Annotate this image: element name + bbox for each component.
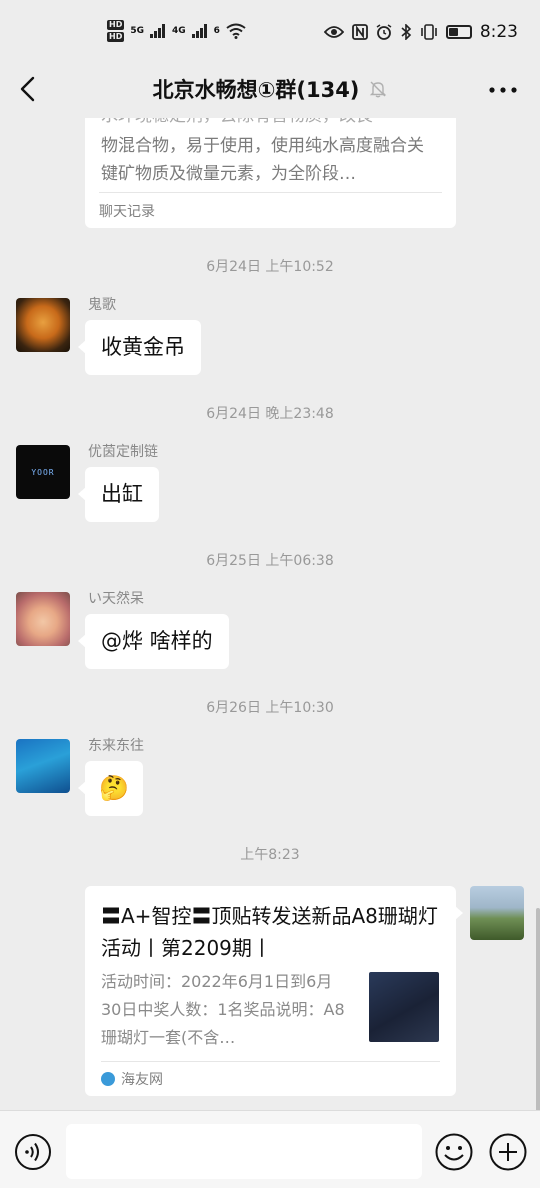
shared-link-thumbnail (369, 972, 439, 1042)
emoji-icon[interactable] (434, 1132, 474, 1172)
more-options-icon[interactable] (488, 86, 518, 94)
bluetooth-icon (401, 24, 411, 40)
signal-5g-label: 5G (130, 26, 144, 36)
sender-name: 优茵定制链 (88, 444, 158, 460)
add-more-icon[interactable] (488, 1132, 528, 1172)
chat-record-card[interactable]: 水环境稳定剂，去除有害物质，改良 物混合物，易于使用，使用纯水高度融合关键矿物质… (85, 118, 456, 228)
message-bubble[interactable]: @烨 啥样的 (78, 614, 229, 669)
shared-link-source: 海友网 (101, 1069, 163, 1089)
emoji-bubble[interactable]: 🤔 (78, 761, 143, 816)
wifi-icon (226, 23, 246, 39)
vibrate-icon (421, 24, 437, 40)
tiger-avatar[interactable] (16, 298, 70, 352)
clock: 8:23 (479, 22, 518, 42)
chat-header: 北京水畅想①群(134) (0, 60, 540, 118)
timestamp: 6月25日 上午06:38 (206, 553, 334, 569)
hd-top-label: HD (107, 20, 125, 30)
baby-avatar[interactable] (16, 592, 70, 646)
hd-indicator: HD HD (107, 20, 125, 42)
voice-input-icon[interactable] (14, 1133, 52, 1171)
nfc-icon (351, 24, 368, 40)
message-row: YOOR 优茵定制链 出缸 (16, 444, 466, 535)
sender-name: い天然呆 (88, 591, 144, 607)
signal-bars-icon (150, 24, 165, 38)
source-logo-icon (101, 1072, 115, 1086)
message-row: 东来东往 🤔 (16, 738, 466, 829)
timestamp: 6月24日 上午10:52 (206, 259, 334, 275)
chat-title-wrap: 北京水畅想①群(134) (0, 74, 540, 104)
chat-record-description: 物混合物，易于使用，使用纯水高度融合关键矿物质及微量元素，为全阶段… (101, 136, 424, 184)
timestamp: 6月26日 上午10:30 (206, 700, 334, 716)
alarm-icon (376, 24, 392, 40)
chat-record-source: 聊天记录 (99, 204, 155, 220)
yoor-avatar[interactable]: YOOR (16, 445, 70, 499)
chat-history[interactable]: 水环境稳定剂，去除有害物质，改良 物混合物，易于使用，使用纯水高度融合关键矿物质… (0, 118, 540, 1110)
scrollbar[interactable] (536, 908, 540, 1110)
shared-link-card[interactable]: 〓A+智控〓顶贴转发送新品A8珊瑚灯活动丨第2209期丨 活动时间：2022年6… (85, 886, 463, 1096)
eye-icon (323, 26, 344, 38)
signal-4g-label: 4G (172, 26, 186, 36)
system-indicators: 8:23 (323, 22, 518, 42)
divider (99, 192, 442, 193)
divider (101, 1061, 440, 1062)
source-name: 海友网 (121, 1072, 163, 1088)
message-row: い天然呆 @烨 啥样的 (16, 591, 466, 682)
message-input[interactable] (66, 1124, 422, 1179)
shared-link-title: 〓A+智控〓顶贴转发送新品A8珊瑚灯活动丨第2209期丨 (101, 904, 438, 960)
my-avatar[interactable] (470, 886, 524, 940)
sender-name: 东来东往 (88, 738, 144, 754)
chat-title[interactable]: 北京水畅想①群(134) (153, 74, 360, 104)
diver-avatar[interactable] (16, 739, 70, 793)
timestamp: 6月24日 晚上23:48 (206, 406, 334, 422)
network-indicators: HD HD 5G 4G 6 (107, 20, 246, 42)
sender-name: 鬼歌 (88, 297, 116, 313)
shared-link-description: 活动时间：2022年6月1日到6月30日中奖人数：1名奖品说明：A8珊瑚灯一套(… (101, 972, 345, 1047)
chat-record-hidden-line: 水环境稳定剂，去除有害物质，改良 (101, 118, 431, 130)
wifi-label: 6 (213, 26, 220, 36)
signal-bars-icon (191, 24, 207, 38)
message-row: 鬼歌 收黄金吊 (16, 297, 466, 388)
input-bar (0, 1110, 540, 1188)
muted-bell-icon (370, 81, 387, 98)
avatar-logo-text: YOOR (31, 467, 55, 477)
status-bar: HD HD 5G 4G 6 8:23 (0, 0, 540, 60)
message-bubble[interactable]: 出缸 (78, 467, 159, 522)
hd-bottom-label: HD (107, 32, 125, 42)
battery-icon (445, 25, 472, 39)
message-bubble[interactable]: 收黄金吊 (78, 320, 201, 375)
timestamp: 上午8:23 (240, 847, 300, 863)
